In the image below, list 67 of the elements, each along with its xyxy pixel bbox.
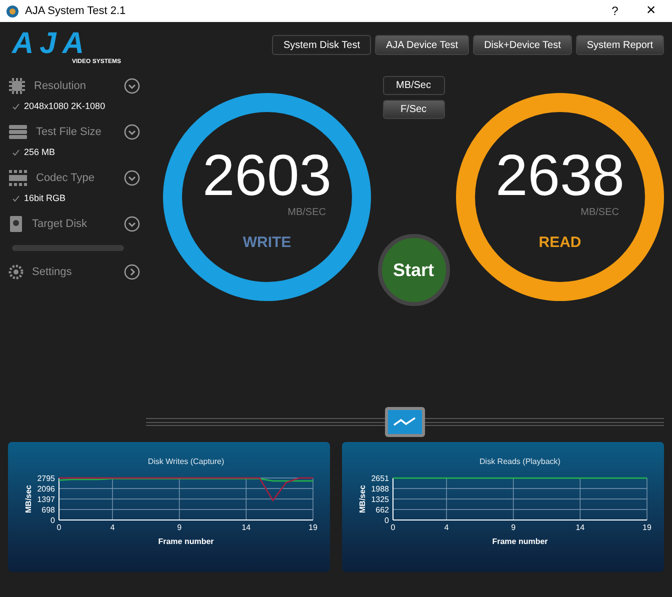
test-tab[interactable]: System Report bbox=[576, 35, 664, 55]
x-tick-label: 19 bbox=[308, 523, 318, 532]
unit-button[interactable]: F/Sec bbox=[382, 100, 444, 119]
gear-icon bbox=[8, 264, 24, 280]
x-tick-label: 9 bbox=[511, 523, 516, 532]
setting-label: Resolution bbox=[34, 78, 86, 94]
y-tick-label: 698 bbox=[42, 506, 55, 514]
speed-unit: MB/SEC bbox=[288, 206, 326, 220]
logo: AJA bbox=[12, 30, 90, 58]
y-tick-label: 2096 bbox=[37, 484, 55, 494]
y-tick-label: 2795 bbox=[37, 474, 55, 483]
test-tab[interactable]: System Disk Test bbox=[272, 35, 371, 55]
line-chart-icon bbox=[392, 416, 418, 428]
y-tick-label: 1988 bbox=[371, 484, 389, 494]
unit-button[interactable]: MB/Sec bbox=[382, 76, 444, 95]
y-tick-label: 2651 bbox=[371, 474, 389, 483]
test-tab[interactable]: Disk+Device Test bbox=[473, 35, 572, 55]
x-tick-label: 0 bbox=[390, 523, 396, 532]
stack-icon bbox=[8, 123, 28, 141]
gauge-label: WRITE bbox=[242, 233, 292, 254]
setting-label: Test File Size bbox=[36, 124, 102, 140]
x-tick-label: 19 bbox=[642, 523, 652, 532]
check-icon bbox=[12, 103, 20, 111]
window-title: AJA System Test 2.1 bbox=[25, 4, 126, 19]
app-icon bbox=[6, 4, 19, 18]
chip-icon bbox=[8, 77, 26, 95]
x-tick-label: 4 bbox=[110, 523, 115, 532]
x-axis-label: Frame number bbox=[158, 537, 214, 546]
setting-value: 2048x1080 2K-1080 bbox=[24, 100, 106, 114]
test-tab[interactable]: AJA Device Test bbox=[374, 35, 470, 55]
x-tick-label: 14 bbox=[242, 523, 251, 532]
setting-label: Target Disk bbox=[32, 216, 88, 232]
gauge-label: READ bbox=[538, 233, 582, 254]
y-tick-label: 0 bbox=[384, 516, 389, 525]
x-tick-label: 14 bbox=[576, 523, 585, 532]
chart-title: Disk Reads (Playback) bbox=[480, 457, 560, 466]
y-tick-label: 1325 bbox=[371, 495, 389, 504]
y-axis-label: MB/sec bbox=[24, 485, 33, 513]
chart-title: Disk Writes (Capture) bbox=[148, 457, 224, 466]
x-tick-label: 4 bbox=[444, 523, 449, 532]
setting-value: 256 MB bbox=[24, 146, 56, 160]
x-tick-label: 0 bbox=[56, 523, 62, 532]
speed-value: 2638 bbox=[495, 147, 625, 206]
setting-value: 16bit RGB bbox=[24, 192, 66, 206]
check-icon bbox=[12, 195, 20, 203]
chart-toggle-button[interactable] bbox=[385, 407, 425, 437]
chevron-right-icon[interactable] bbox=[124, 264, 140, 280]
chevron-down-icon[interactable] bbox=[124, 216, 140, 232]
x-tick-label: 9 bbox=[177, 523, 182, 532]
speed-unit: MB/SEC bbox=[580, 206, 619, 220]
chevron-down-icon[interactable] bbox=[124, 78, 140, 94]
chevron-down-icon[interactable] bbox=[124, 124, 140, 140]
start-button[interactable]: Start bbox=[378, 234, 450, 306]
x-axis-label: Frame number bbox=[492, 537, 548, 546]
y-tick-label: 0 bbox=[50, 516, 55, 525]
y-axis-label: MB/sec bbox=[358, 485, 367, 513]
y-tick-label: 1397 bbox=[37, 495, 55, 504]
help-button[interactable]: ? bbox=[600, 2, 630, 20]
setting-label: Codec Type bbox=[36, 170, 95, 186]
chevron-down-icon[interactable] bbox=[124, 170, 140, 186]
speed-value: 2603 bbox=[202, 147, 332, 206]
film-strip-icon bbox=[8, 169, 28, 187]
disk-drive-icon bbox=[8, 215, 24, 233]
close-button[interactable]: × bbox=[636, 0, 666, 23]
check-icon bbox=[12, 149, 20, 157]
y-tick-label: 662 bbox=[376, 506, 389, 514]
settings-link[interactable]: Settings bbox=[32, 264, 72, 280]
